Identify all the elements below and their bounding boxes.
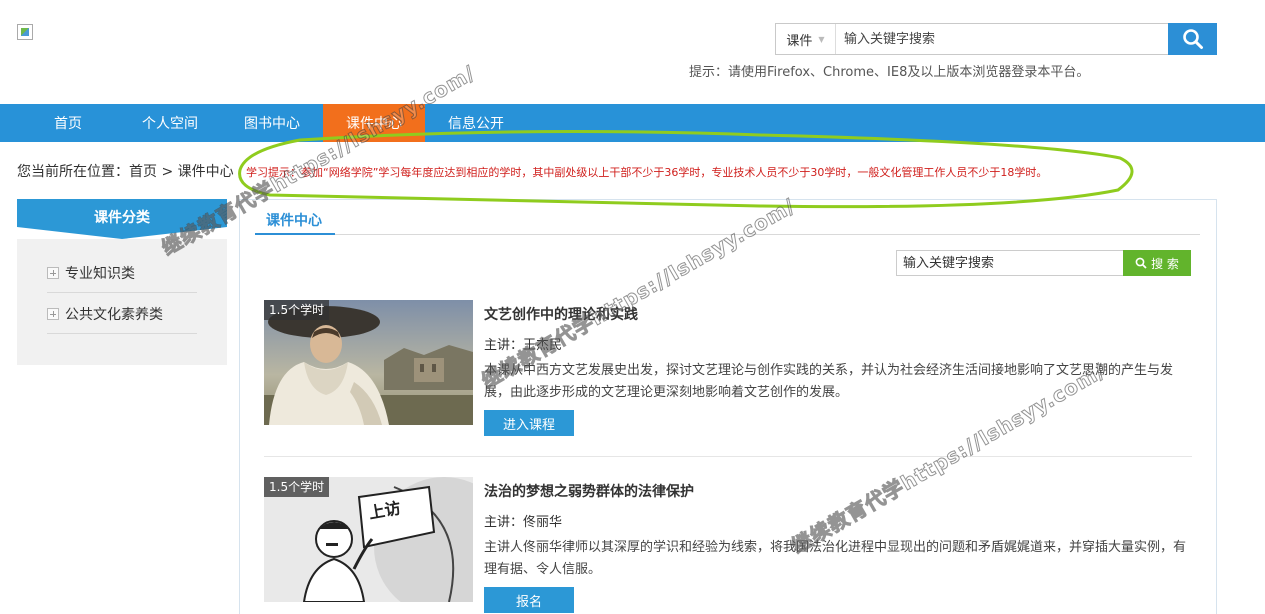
nav-info-public[interactable]: 信息公开	[438, 104, 514, 142]
tab-courseware-center[interactable]: 课件中心	[266, 210, 322, 230]
search-type-label: 课件	[786, 33, 813, 49]
course-title[interactable]: 文艺创作中的理论和实践	[484, 304, 638, 324]
main-nav: 首页 个人空间 图书中心 课件中心 信息公开	[0, 104, 1265, 142]
browser-tip: 提示：请使用Firefox、Chrome、IE8及以上版本浏览器登录本平台。	[689, 65, 1090, 80]
nav-book-center[interactable]: 图书中心	[234, 104, 310, 142]
course-hours-badge: 1.5个学时	[264, 477, 330, 497]
course-thumbnail[interactable]: 上访 1.5个学时	[264, 477, 473, 602]
tab-active-underline	[255, 233, 335, 235]
course-search-button-label: 搜 索	[1151, 256, 1179, 271]
nav-personal-space[interactable]: 个人空间	[132, 104, 208, 142]
course-divider	[264, 456, 1192, 457]
course-search-bar: 搜 索	[896, 250, 1191, 276]
sidebar-item-label: 公共文化素养类	[65, 306, 163, 323]
expand-icon[interactable]	[47, 307, 59, 320]
course-search-input[interactable]	[897, 251, 1123, 275]
top-search-input[interactable]	[836, 24, 1168, 54]
course-teacher: 主讲：王杰民	[484, 338, 563, 353]
sidebar-header: 课件分类	[17, 199, 227, 239]
enroll-button[interactable]: 报名	[484, 587, 574, 613]
sidebar-item-label: 专业知识类	[65, 265, 135, 282]
nav-home[interactable]: 首页	[36, 104, 100, 142]
logo-image[interactable]	[17, 24, 33, 40]
nav-courseware-center[interactable]: 课件中心	[323, 104, 425, 142]
course-description: 主讲人佟丽华律师以其深厚的学识和经验为线索，将我国法治化进程中显现出的问题和矛盾…	[484, 540, 1187, 577]
course-hours-badge: 1.5个学时	[264, 300, 330, 320]
top-search-button[interactable]	[1168, 23, 1217, 55]
sidebar-item-public-culture[interactable]: 公共文化素养类	[47, 294, 197, 334]
chevron-down-icon: ▼	[818, 34, 825, 44]
top-search-bar: 课件 ▼	[775, 23, 1217, 55]
page: 课件 ▼ 提示：请使用Firefox、Chrome、IE8及以上版本浏览器登录本…	[0, 0, 1265, 614]
sidebar-item-professional[interactable]: 专业知识类	[47, 253, 197, 293]
enter-course-button[interactable]: 进入课程	[484, 410, 574, 436]
breadcrumb: 您当前所在位置：首页 > 课件中心	[17, 164, 234, 180]
tab-divider	[255, 234, 1200, 235]
search-type-select[interactable]: 课件 ▼	[776, 24, 836, 54]
search-icon	[1135, 257, 1147, 269]
study-notice: 学习提示：参加“网络学院”学习每年度应达到相应的学时，其中副处级以上干部不少于3…	[246, 166, 1048, 179]
search-icon	[1182, 29, 1203, 49]
course-description: 本课从中西方文艺发展史出发，探讨文艺理论与创作实践的关系，并认为社会经济生活间接…	[484, 363, 1174, 400]
sidebar-title: 课件分类	[94, 210, 150, 226]
sidebar-category-list: 专业知识类 公共文化素养类	[17, 239, 227, 365]
course-teacher: 主讲：佟丽华	[484, 515, 563, 530]
course-title[interactable]: 法治的梦想之弱势群体的法律保护	[484, 481, 694, 501]
course-thumbnail[interactable]: 1.5个学时	[264, 300, 473, 425]
course-search-button[interactable]: 搜 索	[1123, 250, 1191, 276]
expand-icon[interactable]	[47, 266, 59, 279]
